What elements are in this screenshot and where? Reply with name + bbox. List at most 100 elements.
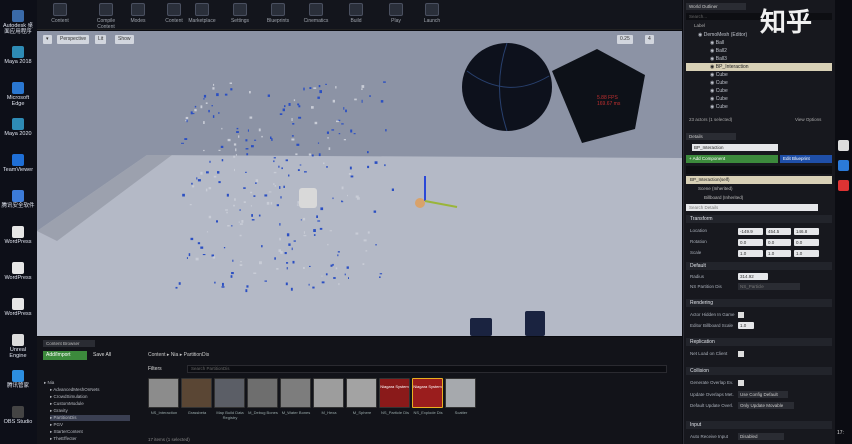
asset-thumbnail[interactable]	[346, 378, 377, 408]
radius-field[interactable]: 314.92	[738, 273, 768, 280]
asset-thumbnail[interactable]	[214, 378, 245, 408]
desktop-icon[interactable]: Maya 2018	[1, 46, 35, 65]
section-rendering[interactable]: Rendering	[686, 299, 832, 307]
toolbar-button[interactable]: Content	[159, 3, 189, 24]
rotation-y[interactable]: 0.0	[766, 239, 791, 246]
section-input[interactable]: Input	[686, 421, 832, 429]
folder-item[interactable]: ▸ Gravity	[50, 408, 68, 414]
section-default[interactable]: Default	[686, 262, 832, 270]
billboard-field[interactable]: 1.0	[738, 322, 754, 329]
details-tab[interactable]: Details	[686, 133, 736, 140]
outliner-row[interactable]: ◉ BP_Interaction	[686, 63, 832, 71]
component-billboard[interactable]: Billboard (Inherited)	[704, 195, 743, 200]
folder-item[interactable]: ▸ PGV	[50, 422, 63, 428]
app-taskbar-icon[interactable]	[838, 160, 849, 171]
outliner-row[interactable]: ◉ Ball	[686, 39, 832, 47]
content-browser-tab[interactable]: Content Browser	[43, 340, 95, 347]
filters-button[interactable]: Filters	[148, 365, 178, 373]
edit-blueprint-button[interactable]: Edit Blueprint	[780, 155, 832, 163]
desktop-icon[interactable]: Microsoft Edge	[1, 82, 35, 107]
folder-item[interactable]: ▸ AdvancedMeshOnNets	[50, 387, 100, 393]
desktop-icon[interactable]: TeamViewer	[1, 154, 35, 173]
scale-z[interactable]: 1.0	[794, 250, 819, 257]
rotation-z[interactable]: 0.0	[794, 239, 819, 246]
folder-item[interactable]: ▸ CustomModule	[50, 401, 84, 407]
scale-x[interactable]: 1.0	[738, 250, 763, 257]
add-component-button[interactable]: + Add Component	[686, 155, 778, 163]
desktop-icon[interactable]: WordPress	[1, 226, 35, 245]
location-y[interactable]: 454.5	[766, 228, 791, 235]
breadcrumb-item[interactable]: Nia	[171, 352, 179, 358]
toolbar-button[interactable]: Play	[381, 3, 411, 24]
asset-search-input[interactable]: Search PartitionDis	[187, 365, 667, 373]
outliner-row[interactable]: ◉ Cube	[686, 95, 832, 103]
outliner-row[interactable]: ◉ Ball3	[686, 55, 832, 63]
save-all-button[interactable]: Save All	[93, 351, 129, 360]
toolbar-button[interactable]: Modes	[123, 3, 153, 24]
outliner-row[interactable]: ◉ Cube	[686, 103, 832, 111]
view-options-button[interactable]: View Options	[795, 117, 821, 122]
desktop-icon[interactable]: WordPress	[1, 262, 35, 281]
scale-y[interactable]: 1.0	[766, 250, 791, 257]
folder-item[interactable]: ▸ TheEffecter	[50, 436, 77, 442]
viewport-options-button[interactable]: ▾	[43, 35, 52, 44]
chrome-taskbar-icon[interactable]	[838, 180, 849, 191]
gen-overlap-checkbox[interactable]	[738, 380, 744, 386]
perspective-button[interactable]: Perspective	[57, 35, 90, 44]
actor-name-field[interactable]: BP_Interaction	[692, 144, 778, 151]
folder-item[interactable]: ▸ Nia	[44, 380, 54, 386]
update-overlap-select[interactable]: Use Config Default	[738, 391, 788, 398]
outliner-tab[interactable]: World Outliner	[686, 3, 746, 10]
outliner-row[interactable]: ◉ Cube	[686, 71, 832, 79]
desktop-icon[interactable]: 腾讯安全软件	[1, 190, 35, 209]
toolbar-button[interactable]: Marketplace	[187, 3, 217, 24]
breadcrumb-item[interactable]: Content	[148, 352, 166, 358]
level-viewport[interactable]: 5.88 FPS 169.67 ms ▾ Perspective Lit Sho…	[37, 31, 682, 336]
desktop-icon[interactable]: Autodesk 桌面应用程序	[1, 10, 35, 35]
folder-item[interactable]: ▸ CrowdSimulation	[50, 394, 88, 400]
default-overlap-select[interactable]: Only Update Movable	[738, 402, 794, 409]
net-checkbox[interactable]	[738, 351, 744, 357]
outliner-row[interactable]: ◉ Cube	[686, 87, 832, 95]
asset-thumbnail[interactable]	[247, 378, 278, 408]
details-search-input[interactable]: Search Details	[686, 204, 818, 211]
camera-speed[interactable]: 4	[645, 35, 654, 44]
folder-item[interactable]: ▸ StarterContent	[50, 429, 83, 435]
component-scene[interactable]: Scene (Inherited)	[698, 186, 733, 191]
location-z[interactable]: 146.8	[794, 228, 819, 235]
section-transform[interactable]: Transform	[686, 215, 832, 223]
asset-thumbnail[interactable]	[445, 378, 476, 408]
component-self[interactable]: BP_Interaction(self)	[686, 176, 832, 184]
toolbar-button[interactable]: Content	[45, 3, 75, 24]
show-button[interactable]: Show	[115, 35, 134, 44]
toolbar-button[interactable]: Build	[341, 3, 371, 24]
toolbar-button[interactable]: Compile Content	[91, 3, 121, 30]
asset-thumbnail[interactable]	[148, 378, 179, 408]
desktop-icon[interactable]: WordPress	[1, 298, 35, 317]
ue-taskbar-icon[interactable]	[838, 140, 849, 151]
toolbar-button[interactable]: Blueprints	[263, 3, 293, 24]
auto-receive-select[interactable]: Disabled	[738, 433, 784, 440]
desktop-icon[interactable]: Maya 2020	[1, 118, 35, 137]
desktop-icon[interactable]: 腾讯管家	[1, 370, 35, 389]
rotation-x[interactable]: 0.0	[738, 239, 763, 246]
section-collision[interactable]: Collision	[686, 367, 832, 375]
snap-value[interactable]: 0.25	[617, 35, 633, 44]
ns-asset-picker[interactable]: NS_Particle	[738, 283, 800, 290]
asset-thumbnail[interactable]	[280, 378, 311, 408]
asset-thumbnail[interactable]	[313, 378, 344, 408]
desktop-icon[interactable]: Unreal Engine	[1, 334, 35, 359]
section-replication[interactable]: Replication	[686, 338, 832, 346]
breadcrumb-item[interactable]: PartitionDis	[184, 352, 210, 358]
desktop-icon[interactable]: OBS Studio	[1, 406, 35, 425]
location-x[interactable]: -149.9	[738, 228, 763, 235]
component-search[interactable]	[686, 166, 832, 174]
asset-thumbnail[interactable]: Niagara System	[379, 378, 410, 408]
toolbar-button[interactable]: Settings	[225, 3, 255, 24]
lit-button[interactable]: Lit	[95, 35, 107, 44]
add-new-button[interactable]: Add/Import	[43, 351, 87, 360]
asset-thumbnail[interactable]	[181, 378, 212, 408]
outliner-row[interactable]: ◉ Ball2	[686, 47, 832, 55]
hidden-checkbox[interactable]	[738, 312, 744, 318]
toolbar-button[interactable]: Cinematics	[301, 3, 331, 24]
